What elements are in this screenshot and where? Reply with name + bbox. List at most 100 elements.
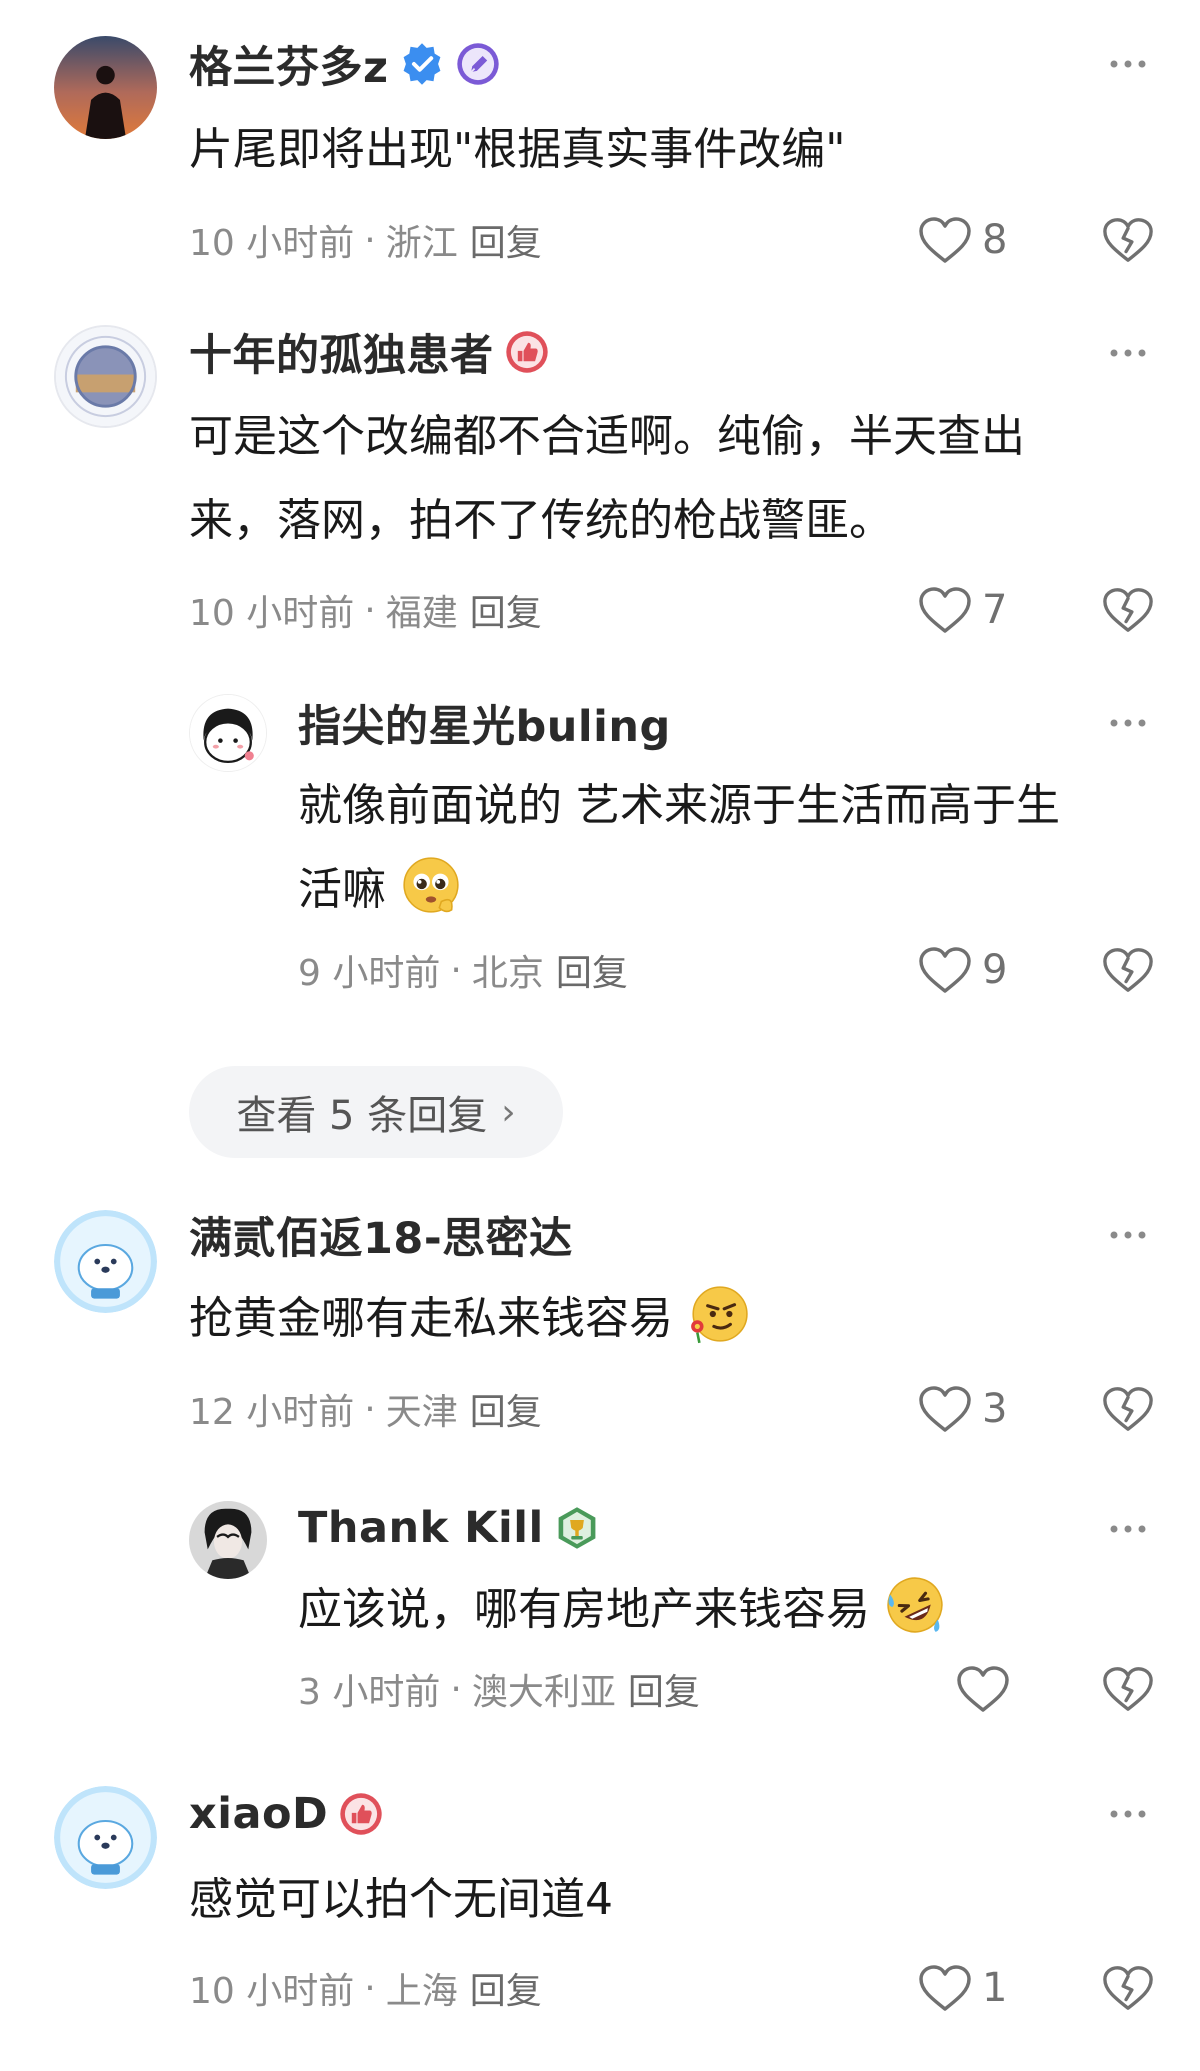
- more-dots-icon[interactable]: [1108, 44, 1148, 84]
- comment-text: 可是这个改编都不合适啊。纯偷，半天查出 来，落网，拍不了传统的枪战警匪。: [189, 395, 1025, 563]
- comment-meta: 12 小时前 · 天津 回复: [189, 1379, 542, 1439]
- separator: ·: [364, 1388, 376, 1430]
- like-count: 7: [982, 587, 1008, 633]
- username[interactable]: xiaoD: [189, 1789, 328, 1839]
- username[interactable]: 指尖的星光buling: [298, 692, 671, 754]
- reply-button[interactable]: 回复: [470, 1383, 542, 1435]
- more-dots-icon[interactable]: [1108, 1215, 1148, 1255]
- rofl-emoji-icon: [884, 1574, 946, 1636]
- avatar[interactable]: [189, 1501, 267, 1579]
- like-button[interactable]: 9: [918, 940, 1007, 1000]
- separator: ·: [364, 1967, 376, 2009]
- location: 福建: [385, 593, 458, 634]
- like-count: 1: [982, 1965, 1008, 2011]
- broken-heart-icon[interactable]: [1100, 940, 1156, 1000]
- name-row: 格兰芬多z: [189, 33, 501, 95]
- separator: ·: [450, 949, 462, 991]
- timestamp: 10 小时前: [189, 593, 355, 634]
- reply-button[interactable]: 回复: [556, 944, 628, 996]
- comment-text: 片尾即将出现"根据真实事件改编": [189, 124, 846, 175]
- pen-badge-icon: [455, 41, 501, 87]
- comment-text-line: 可是这个改编都不合适啊。纯偷，半天查出: [189, 411, 1025, 462]
- view-more-label: 查看 5 条回复: [236, 1093, 488, 1139]
- comment-text: 应该说，哪有房地产来钱容易: [298, 1568, 946, 1652]
- comment-meta: 10 小时前 · 福建 回复: [189, 580, 542, 640]
- location: 澳大利亚: [471, 1672, 616, 1713]
- comment-text-line-wrap: 活嘛: [298, 848, 1060, 932]
- username[interactable]: 十年的孤独患者: [189, 321, 494, 383]
- heart-outline-icon: [918, 216, 972, 264]
- broken-heart-icon[interactable]: [1100, 1659, 1156, 1719]
- comment-text: 感觉可以拍个无间道4: [189, 1874, 613, 1925]
- comment-meta: 9 小时前 · 北京 回复: [298, 940, 628, 1000]
- pleading-emoji-icon: [400, 854, 462, 916]
- reply-button[interactable]: 回复: [628, 1663, 700, 1715]
- like-button[interactable]: 1: [918, 1958, 1007, 2018]
- comment-meta: 3 小时前 · 澳大利亚 回复: [298, 1659, 700, 1719]
- timestamp: 10 小时前: [189, 1971, 355, 2012]
- timestamp: 3 小时前: [298, 1672, 441, 1713]
- username[interactable]: Thank Kill: [298, 1503, 544, 1553]
- avatar[interactable]: [54, 1210, 157, 1313]
- name-row: xiaoD: [189, 1783, 384, 1845]
- verified-check-icon: [399, 41, 445, 87]
- reply-button[interactable]: 回复: [470, 1962, 542, 2014]
- name-row: 十年的孤独患者: [189, 321, 550, 383]
- heart-outline-icon: [918, 586, 972, 634]
- trophy-badge-icon: [554, 1505, 600, 1551]
- chevron-right-icon: ›: [501, 1091, 516, 1133]
- timestamp: 10 小时前: [189, 223, 355, 264]
- view-more-replies-button[interactable]: 查看 5 条回复 ›: [189, 1066, 563, 1158]
- comment-text-line: 来，落网，拍不了传统的枪战警匪。: [189, 495, 893, 546]
- heart-outline-icon: [918, 946, 972, 994]
- avatar[interactable]: [189, 694, 267, 772]
- heart-outline-icon: [918, 1385, 972, 1433]
- like-count: 3: [982, 1386, 1008, 1432]
- location: 上海: [385, 1971, 458, 2012]
- name-row: 满贰佰返18-思密达: [189, 1204, 573, 1266]
- username[interactable]: 格兰芬多z: [189, 33, 389, 95]
- comment-text-line: 就像前面说的 艺术来源于生活而高于生: [298, 780, 1060, 831]
- separator: ·: [364, 219, 376, 261]
- comment-meta: 10 小时前 · 浙江 回复: [189, 210, 542, 270]
- more-dots-icon[interactable]: [1108, 703, 1148, 743]
- broken-heart-icon[interactable]: [1100, 1958, 1156, 2018]
- location: 北京: [471, 953, 544, 994]
- location: 天津: [385, 1392, 458, 1433]
- broken-heart-icon[interactable]: [1100, 210, 1156, 270]
- avatar[interactable]: [54, 1786, 157, 1889]
- thumbs-up-badge-icon: [338, 1791, 384, 1837]
- username[interactable]: 满贰佰返18-思密达: [189, 1204, 573, 1266]
- comment-text: 就像前面说的 艺术来源于生活而高于生 活嘛: [298, 764, 1060, 932]
- heart-outline-icon: [956, 1665, 1010, 1713]
- more-dots-icon[interactable]: [1108, 1509, 1148, 1549]
- location: 浙江: [385, 223, 458, 264]
- comment-text-line: 抢黄金哪有走私来钱容易: [189, 1293, 673, 1344]
- name-row: 指尖的星光buling: [298, 692, 671, 754]
- more-dots-icon[interactable]: [1108, 333, 1148, 373]
- separator: ·: [364, 589, 376, 631]
- timestamp: 12 小时前: [189, 1392, 355, 1433]
- broken-heart-icon[interactable]: [1100, 1379, 1156, 1439]
- comment-text: 抢黄金哪有走私来钱容易: [189, 1277, 749, 1361]
- comment-text-line: 活嘛: [298, 864, 386, 915]
- avatar[interactable]: [54, 325, 157, 428]
- comment-text-line: 应该说，哪有房地产来钱容易: [298, 1584, 870, 1635]
- like-count: 9: [982, 947, 1008, 993]
- smirk-flower-emoji-icon: [687, 1283, 749, 1345]
- avatar[interactable]: [54, 36, 157, 139]
- separator: ·: [450, 1668, 462, 1710]
- like-button[interactable]: [956, 1659, 1020, 1719]
- reply-button[interactable]: 回复: [470, 584, 542, 636]
- more-dots-icon[interactable]: [1108, 1794, 1148, 1834]
- name-row: Thank Kill: [298, 1497, 600, 1559]
- thumbs-up-badge-icon: [504, 329, 550, 375]
- timestamp: 9 小时前: [298, 953, 441, 994]
- like-button[interactable]: 3: [918, 1379, 1007, 1439]
- broken-heart-icon[interactable]: [1100, 580, 1156, 640]
- reply-button[interactable]: 回复: [470, 214, 542, 266]
- heart-outline-icon: [918, 1964, 972, 2012]
- like-count: 8: [982, 217, 1008, 263]
- like-button[interactable]: 8: [918, 210, 1007, 270]
- like-button[interactable]: 7: [918, 580, 1007, 640]
